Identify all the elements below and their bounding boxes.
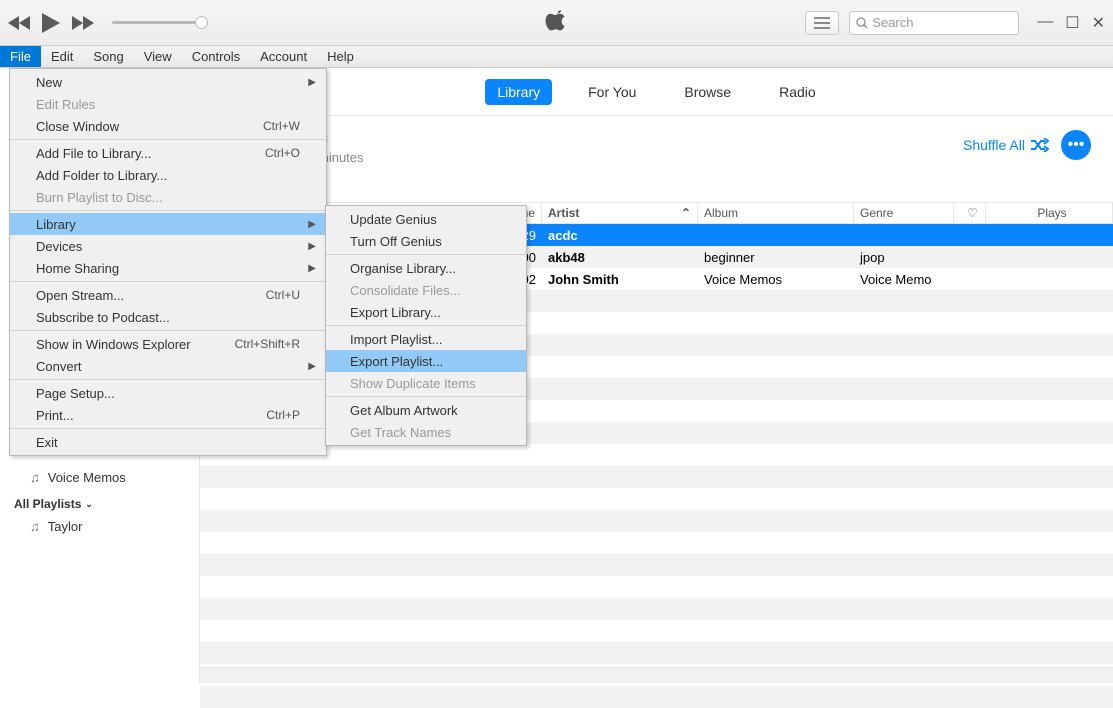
col-loved[interactable]: ♡ — [954, 203, 986, 223]
music-note-icon: ♫ — [30, 470, 40, 485]
table-row-empty — [200, 466, 1113, 488]
menu-item-close-window[interactable]: Close WindowCtrl+W — [10, 115, 326, 137]
chevron-right-icon: ▶ — [308, 361, 316, 372]
content-header-actions: Shuffle All ••• — [200, 130, 1101, 160]
menu-item-burn-playlist-to-disc: Burn Playlist to Disc... — [10, 186, 326, 208]
menu-item-import-playlist[interactable]: Import Playlist... — [326, 328, 526, 350]
menu-item-consolidate-files: Consolidate Files... — [326, 279, 526, 301]
sidebar-item-playlist[interactable]: ♫ Taylor — [0, 515, 199, 538]
col-album[interactable]: Album — [698, 203, 854, 223]
right-controls: Search — ☐ ✕ — [805, 11, 1105, 35]
volume-slider[interactable] — [112, 21, 202, 24]
menu-edit[interactable]: Edit — [41, 46, 83, 67]
search-icon — [856, 17, 868, 29]
play-button[interactable] — [42, 13, 60, 33]
minimize-button[interactable]: — — [1037, 13, 1053, 33]
tab-library[interactable]: Library — [485, 79, 552, 105]
bottom-scrollbar[interactable] — [200, 667, 1113, 683]
menu-account[interactable]: Account — [250, 46, 317, 67]
col-artist[interactable]: Artist⌃ — [542, 203, 698, 223]
table-row-empty — [200, 488, 1113, 510]
tab-browse[interactable]: Browse — [672, 79, 743, 105]
list-view-button[interactable] — [805, 11, 839, 35]
close-button[interactable]: ✕ — [1092, 13, 1105, 33]
menu-item-export-playlist[interactable]: Export Playlist... — [326, 350, 526, 372]
menu-item-page-setup[interactable]: Page Setup... — [10, 382, 326, 404]
table-row-empty — [200, 554, 1113, 576]
table-row-empty — [200, 532, 1113, 554]
menu-item-get-album-artwork[interactable]: Get Album Artwork — [326, 399, 526, 421]
sidebar-category-all-playlists[interactable]: All Playlists ⌄ — [0, 489, 199, 515]
playlist-icon: ♫ — [30, 519, 40, 534]
menu-item-add-file-to-library[interactable]: Add File to Library...Ctrl+O — [10, 142, 326, 164]
menu-song[interactable]: Song — [83, 46, 133, 67]
menu-item-new[interactable]: New▶ — [10, 71, 326, 93]
menu-view[interactable]: View — [134, 46, 182, 67]
nav-tabs: Library For You Browse Radio — [200, 68, 1113, 116]
menu-file[interactable]: File — [0, 46, 41, 67]
heart-icon: ♡ — [967, 206, 978, 220]
table-row-empty — [200, 642, 1113, 664]
menu-item-print[interactable]: Print...Ctrl+P — [10, 404, 326, 426]
sort-asc-icon: ⌃ — [681, 206, 691, 220]
chevron-right-icon: ▶ — [308, 77, 316, 88]
playback-controls — [8, 13, 94, 33]
sidebar-label: Taylor — [48, 519, 83, 534]
menu-item-update-genius[interactable]: Update Genius — [326, 208, 526, 230]
search-placeholder: Search — [872, 15, 913, 30]
maximize-button[interactable]: ☐ — [1065, 13, 1079, 33]
table-row-empty — [200, 686, 1113, 708]
tab-radio[interactable]: Radio — [767, 79, 828, 105]
menu-item-organise-library[interactable]: Organise Library... — [326, 257, 526, 279]
menu-item-add-folder-to-library[interactable]: Add Folder to Library... — [10, 164, 326, 186]
table-row-empty — [200, 510, 1113, 532]
shuffle-label: Shuffle All — [963, 137, 1025, 153]
shuffle-icon — [1031, 138, 1049, 152]
menu-item-exit[interactable]: Exit — [10, 431, 326, 453]
chevron-right-icon: ▶ — [308, 219, 316, 230]
sidebar-label: All Playlists — [14, 497, 81, 511]
chevron-right-icon: ▶ — [308, 263, 316, 274]
table-row-empty — [200, 620, 1113, 642]
table-row-empty — [200, 444, 1113, 466]
player-bar: Search — ☐ ✕ — [0, 0, 1113, 46]
col-genre[interactable]: Genre — [854, 203, 954, 223]
chevron-right-icon: ▶ — [308, 241, 316, 252]
menu-item-home-sharing[interactable]: Home Sharing▶ — [10, 257, 326, 279]
window-controls: — ☐ ✕ — [1037, 13, 1105, 33]
search-field[interactable]: Search — [849, 11, 1019, 35]
file-menu-dropdown: New▶Edit RulesClose WindowCtrl+W Add File… — [9, 68, 327, 456]
menu-item-export-library[interactable]: Export Library... — [326, 301, 526, 323]
col-plays[interactable]: Plays — [986, 203, 1113, 223]
tab-for-you[interactable]: For You — [576, 79, 648, 105]
menu-item-get-track-names: Get Track Names — [326, 421, 526, 443]
ellipsis-icon: ••• — [1068, 136, 1085, 154]
sidebar-label: Voice Memos — [48, 470, 126, 485]
menu-item-devices[interactable]: Devices▶ — [10, 235, 326, 257]
apple-logo — [544, 7, 570, 38]
menu-item-show-duplicate-items: Show Duplicate Items — [326, 372, 526, 394]
sidebar-item-voice-memos[interactable]: ♫ Voice Memos — [0, 466, 199, 489]
more-button[interactable]: ••• — [1061, 130, 1091, 160]
next-button[interactable] — [72, 16, 94, 30]
library-submenu-dropdown: Update GeniusTurn Off Genius Organise Lib… — [325, 205, 527, 446]
menu-bar: FileEditSongViewControlsAccountHelp — [0, 46, 1113, 68]
menu-help[interactable]: Help — [317, 46, 364, 67]
menu-item-show-in-windows-explorer[interactable]: Show in Windows ExplorerCtrl+Shift+R — [10, 333, 326, 355]
shuffle-all-button[interactable]: Shuffle All — [963, 137, 1049, 153]
menu-item-library[interactable]: Library▶ — [10, 213, 326, 235]
menu-item-edit-rules: Edit Rules — [10, 93, 326, 115]
menu-item-turn-off-genius[interactable]: Turn Off Genius — [326, 230, 526, 252]
menu-item-subscribe-to-podcast[interactable]: Subscribe to Podcast... — [10, 306, 326, 328]
menu-controls[interactable]: Controls — [182, 46, 250, 67]
menu-item-convert[interactable]: Convert▶ — [10, 355, 326, 377]
menu-item-open-stream[interactable]: Open Stream...Ctrl+U — [10, 284, 326, 306]
chevron-down-icon: ⌄ — [85, 499, 93, 510]
table-row-empty — [200, 598, 1113, 620]
prev-button[interactable] — [8, 16, 30, 30]
table-row-empty — [200, 576, 1113, 598]
